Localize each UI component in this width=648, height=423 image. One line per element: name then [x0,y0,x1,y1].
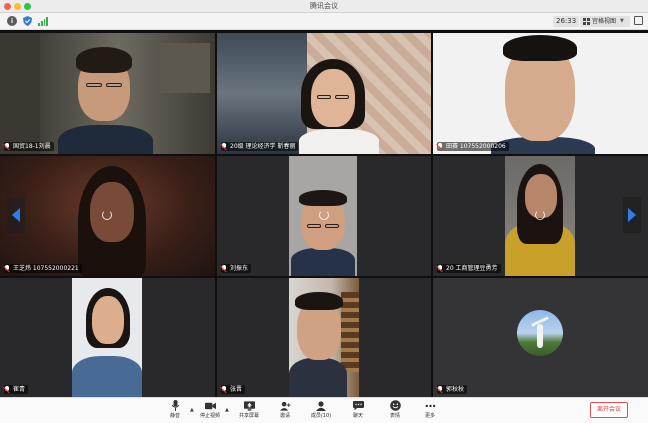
video-tile[interactable]: 崔青 [0,278,215,397]
meeting-controls-bar: 静音 ▲ 停止视频 ▲ 共享屏幕 邀请 成员(10) 聊天 表情 更多 离开会议 [0,397,648,423]
video-tile[interactable]: 郭秋秋 [433,278,648,397]
participant-name-tag: 20级 理论经济学 靳春丽 [221,142,299,151]
mic-muted-icon [437,385,443,394]
view-mode-label: 宫格视图 [592,18,617,25]
video-tile[interactable]: 张晋 [217,278,431,397]
loading-spinner-icon [102,210,112,220]
title-bar: 腾讯会议 [0,0,648,13]
chevron-left-icon [12,208,20,222]
participant-name-tag: 张晋 [221,385,246,394]
microphone-icon [170,400,181,411]
mic-muted-icon [221,385,227,394]
video-tile[interactable]: 王芝炜 107552000221 [0,156,215,276]
window-title: 腾讯会议 [310,2,338,10]
meeting-timer: 26:33 [553,16,580,27]
emoji-icon [389,400,401,411]
share-screen-icon [243,400,255,411]
meeting-window: 腾讯会议 i 26:33 宫格视图 ▼ 国贸18-1刘晨 20级 理论经济学 靳… [0,0,648,423]
leave-meeting-button[interactable]: 离开会议 [590,402,628,418]
invite-button[interactable]: 邀请 [272,400,298,422]
shield-icon[interactable] [22,16,32,26]
add-user-icon [279,400,291,411]
meeting-toolbar: i 26:33 宫格视图 ▼ [0,13,648,30]
participant-name-tag: 国贸18-1刘晨 [4,142,54,151]
mic-muted-icon [437,142,443,151]
next-page-button[interactable] [623,197,641,233]
avatar [517,310,563,356]
chevron-down-icon: ▼ [620,18,624,24]
participant-name-tag: 郭秋秋 [437,385,468,394]
participant-name-tag: 王芝炜 107552000221 [4,264,82,273]
signal-icon[interactable] [38,16,48,26]
loading-spinner-icon [535,210,545,220]
previous-page-button[interactable] [7,197,25,233]
mic-muted-icon [4,385,10,394]
participant-name-tag: 20 工商管理豆勇芳 [437,264,501,273]
participant-name-tag: 崔青 [4,385,29,394]
mute-button[interactable]: 静音 [162,400,188,422]
grid-view-icon [583,18,590,25]
mic-muted-icon [4,264,10,273]
chat-button[interactable]: 聊天 [345,400,371,422]
participant-name-tag: 刘振东 [221,264,252,273]
fullscreen-icon[interactable] [634,16,643,25]
info-icon[interactable]: i [7,16,17,26]
mute-options-caret[interactable]: ▲ [190,407,194,413]
stop-video-button[interactable]: 停止视频 [197,400,223,422]
members-icon [316,400,327,411]
video-tile[interactable]: 国贸18-1刘晨 [0,33,215,154]
mic-muted-icon [437,264,443,273]
chat-icon [352,400,364,411]
video-options-caret[interactable]: ▲ [225,407,229,413]
more-button[interactable]: 更多 [417,400,443,422]
video-tile[interactable]: 刘振东 [217,156,431,276]
mic-muted-icon [4,142,10,151]
video-tile[interactable]: 田赛 107552000206 [433,33,648,154]
mic-muted-icon [221,142,227,151]
share-screen-button[interactable]: 共享屏幕 [236,400,262,422]
video-tile[interactable]: 20 工商管理豆勇芳 [433,156,648,276]
video-grid: 国贸18-1刘晨 20级 理论经济学 靳春丽 田赛 107552000206 王… [0,33,648,397]
mic-muted-icon [221,264,227,273]
video-tile[interactable]: 20级 理论经济学 靳春丽 [217,33,431,154]
video-camera-icon [204,400,216,411]
members-button[interactable]: 成员(10) [308,400,334,422]
reactions-button[interactable]: 表情 [382,400,408,422]
more-dots-icon [425,400,436,411]
view-mode-select[interactable]: 宫格视图 ▼ [580,16,630,27]
loading-spinner-icon [319,210,329,220]
participant-name-tag: 田赛 107552000206 [437,142,509,151]
chevron-right-icon [628,208,636,222]
